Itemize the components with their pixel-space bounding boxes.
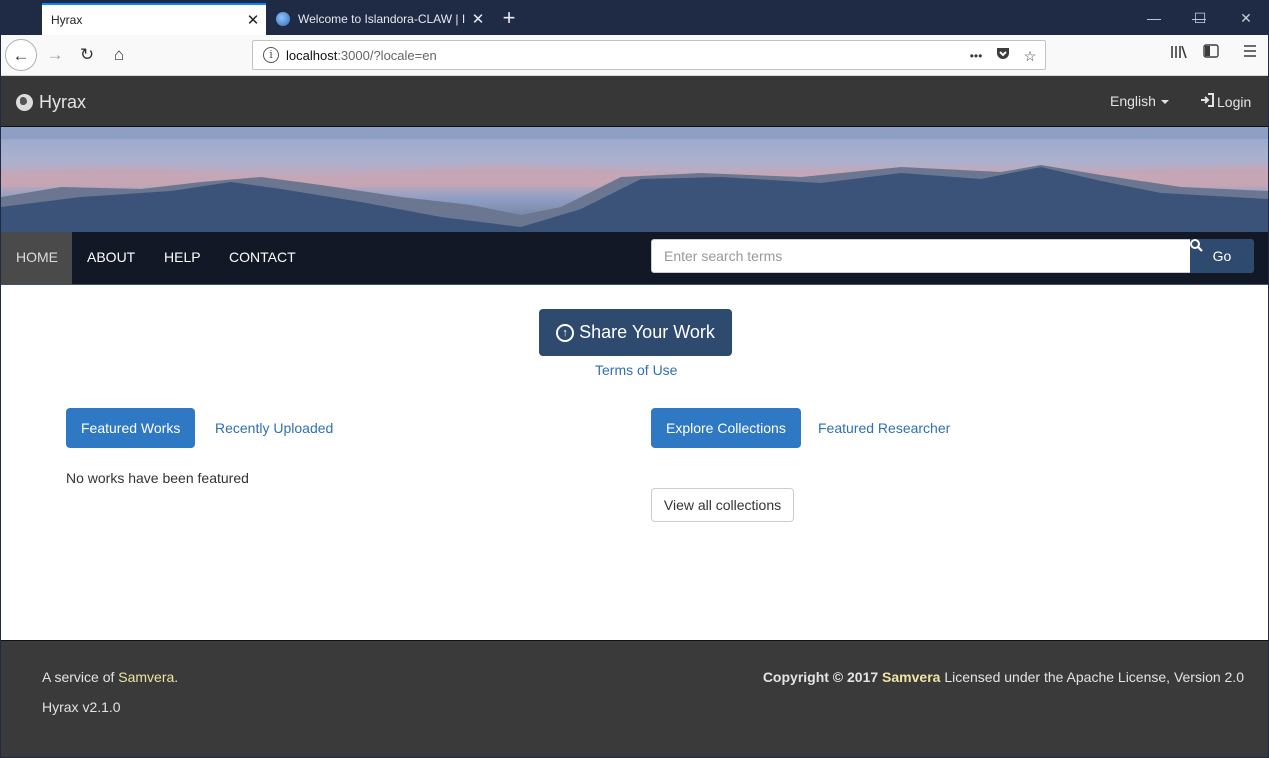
maximize-icon[interactable]: ☐ xyxy=(1177,1,1223,35)
drupal-icon xyxy=(276,12,290,26)
menu-item-help[interactable]: HELP xyxy=(149,232,216,284)
tab-islandora[interactable]: Welcome to Islandora-CLAW | I ✕ xyxy=(266,3,491,35)
search-input[interactable]: Enter search terms xyxy=(651,239,1191,273)
brand-link[interactable]: Hyrax xyxy=(16,92,86,113)
sidebar-icon[interactable] xyxy=(1199,44,1223,68)
view-all-collections-button[interactable]: View all collections xyxy=(651,488,794,522)
service-line: A service of Samvera. xyxy=(42,669,179,685)
search-go-button[interactable]: Go xyxy=(1190,239,1254,273)
browser-window: Hyrax ✕ Welcome to Islandora-CLAW | I ✕ … xyxy=(0,0,1269,758)
tab-hyrax[interactable]: Hyrax ✕ xyxy=(42,3,266,35)
terms-of-use-link[interactable]: Terms of Use xyxy=(595,362,677,378)
caret-down-icon xyxy=(1160,100,1169,105)
no-works-message: No works have been featured xyxy=(66,470,249,486)
home-button[interactable]: ⌂ xyxy=(103,39,135,71)
globe-icon xyxy=(16,94,33,111)
reload-button[interactable]: ↻ xyxy=(71,39,103,71)
tab-title: Hyrax xyxy=(51,13,83,27)
version-text: Hyrax v2.1.0 xyxy=(42,699,121,715)
login-label: Login xyxy=(1217,93,1252,110)
tab-explore-collections[interactable]: Explore Collections xyxy=(651,408,801,448)
upload-icon: ↑ xyxy=(556,323,575,342)
info-icon[interactable]: i xyxy=(263,47,279,63)
navigation-toolbar: ← → ↻ ⌂ i localhost:3000/?locale=en ••• … xyxy=(1,35,1268,76)
pocket-icon[interactable] xyxy=(992,45,1014,67)
language-dropdown[interactable]: English xyxy=(1110,93,1169,109)
url-bar[interactable]: i localhost:3000/?locale=en ••• ☆ xyxy=(252,40,1046,70)
language-label: English xyxy=(1110,93,1156,109)
forward-button[interactable]: → xyxy=(39,39,71,71)
share-label: Share Your Work xyxy=(579,322,715,342)
close-icon[interactable]: ✕ xyxy=(465,10,491,28)
url-text: localhost:3000/?locale=en xyxy=(286,48,437,63)
tab-featured-works[interactable]: Featured Works xyxy=(66,408,196,448)
copyright-line: Copyright © 2017 Samvera Licensed under … xyxy=(762,669,1244,685)
tab-bar: Hyrax ✕ Welcome to Islandora-CLAW | I ✕ … xyxy=(1,1,1268,35)
brand-label: Hyrax xyxy=(39,92,87,112)
menu-item-contact[interactable]: CONTACT xyxy=(214,232,311,284)
tab-title: Welcome to Islandora-CLAW | I xyxy=(298,12,465,26)
new-tab-button[interactable]: + xyxy=(495,3,523,35)
menu-icon[interactable] xyxy=(1238,44,1262,68)
samvera-link[interactable]: Samvera xyxy=(118,669,174,685)
login-link[interactable]: Login xyxy=(1200,93,1251,110)
close-window-icon[interactable]: ✕ xyxy=(1223,1,1268,35)
menu-item-about[interactable]: ABOUT xyxy=(72,232,150,284)
main-menu: HOME ABOUT HELP CONTACT Enter search ter… xyxy=(1,232,1268,284)
banner-image: HOME ABOUT HELP CONTACT Enter search ter… xyxy=(1,127,1268,285)
bookmark-star-icon[interactable]: ☆ xyxy=(1019,45,1041,67)
library-icon[interactable] xyxy=(1167,44,1191,68)
tab-recently-uploaded[interactable]: Recently Uploaded xyxy=(200,408,348,448)
back-button[interactable]: ← xyxy=(5,39,37,71)
page-actions-icon[interactable]: ••• xyxy=(965,45,987,67)
search-icon xyxy=(1190,239,1203,252)
samvera-copyright-link[interactable]: Samvera xyxy=(882,669,940,685)
share-your-work-button[interactable]: ↑ Share Your Work xyxy=(539,309,732,356)
minimize-icon[interactable]: — xyxy=(1131,1,1177,35)
site-footer: A service of Samvera. Hyrax v2.1.0 Copyr… xyxy=(1,640,1268,757)
login-icon xyxy=(1200,93,1214,110)
site-header: Hyrax English Login xyxy=(1,76,1268,127)
go-label: Go xyxy=(1212,248,1232,264)
close-icon[interactable]: ✕ xyxy=(240,11,266,29)
menu-item-home[interactable]: HOME xyxy=(1,232,72,284)
tab-featured-researcher[interactable]: Featured Researcher xyxy=(803,408,965,448)
